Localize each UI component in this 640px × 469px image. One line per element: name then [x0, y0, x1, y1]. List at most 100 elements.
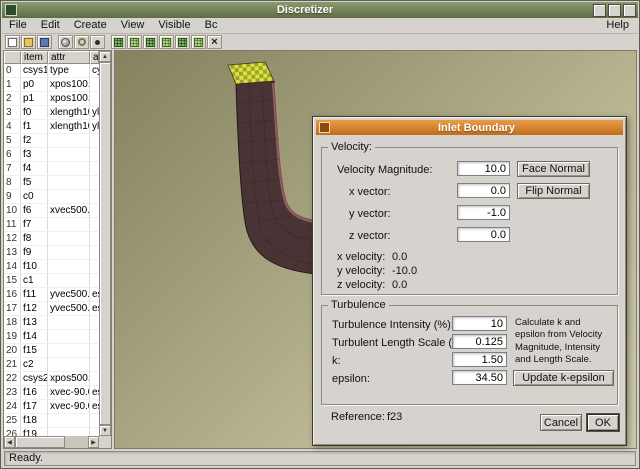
menu-file[interactable]: File [2, 18, 34, 33]
update-k-epsilon-button[interactable]: Update k-epsilon [513, 370, 614, 386]
table-cell-n: 14 [4, 260, 21, 273]
patch-icon[interactable] [159, 35, 174, 49]
table-row[interactable]: 21 c2 [4, 358, 99, 372]
flip-normal-button[interactable]: Flip Normal [517, 183, 590, 199]
header-index[interactable] [4, 51, 21, 64]
new-icon[interactable] [5, 35, 20, 49]
ok-button[interactable]: OK [587, 414, 619, 431]
table-row[interactable]: 2p1xpos100.0 [4, 92, 99, 106]
menu-visible[interactable]: Visible [151, 18, 197, 33]
table-row[interactable]: 19 f14 [4, 330, 99, 344]
header-item[interactable]: item [21, 51, 48, 64]
menu-create[interactable]: Create [67, 18, 114, 33]
table-row[interactable]: 12 f8 [4, 232, 99, 246]
table-row[interactable]: 7 f4 [4, 162, 99, 176]
table-row[interactable]: 8 f5 [4, 176, 99, 190]
table-cell-at: es [92, 401, 99, 412]
table-row[interactable]: 9 c0 [4, 190, 99, 204]
table-cell-attr [48, 246, 90, 259]
circle-glyph [77, 38, 86, 46]
attribute-table-body[interactable]: 0csys1typecyl1p0xpos100.02p1xpos100.03f0… [4, 64, 99, 436]
vertical-scroll-thumb[interactable] [99, 62, 111, 425]
delete-icon[interactable]: × [207, 35, 222, 49]
menu-help[interactable]: Help [597, 18, 638, 33]
mesh-icon[interactable] [127, 35, 142, 49]
table-row[interactable]: 25 f18 [4, 414, 99, 428]
circle-icon[interactable] [74, 35, 89, 49]
sphere-icon[interactable] [58, 35, 73, 49]
menu-edit[interactable]: Edit [34, 18, 67, 33]
table-row[interactable]: 17f12yvec500.0es [4, 302, 99, 316]
vertex-icon[interactable] [90, 35, 105, 49]
table-row[interactable]: 15 c1 [4, 274, 99, 288]
cancel-button[interactable]: Cancel [540, 414, 582, 431]
epsilon-label: epsilon: [332, 373, 370, 385]
header-attr[interactable]: attr [48, 51, 90, 64]
table-row[interactable]: 14 f10 [4, 260, 99, 274]
close-button[interactable] [623, 3, 636, 17]
cells-glyph [178, 37, 187, 47]
table-cell-attr: xvec-90.0 [50, 400, 90, 413]
table-row[interactable]: 4f1xlength100.0yl [4, 120, 99, 134]
scroll-left-icon[interactable]: ◀ [4, 436, 15, 448]
scroll-right-icon[interactable]: ▶ [88, 436, 99, 448]
turbulent-length-scale-input[interactable] [452, 334, 507, 349]
app-icon[interactable] [5, 4, 17, 16]
scroll-up-icon[interactable]: ▲ [99, 51, 111, 62]
grid-glyph [194, 37, 203, 47]
table-row[interactable]: 10f6xvec500.0 [4, 204, 99, 218]
table-cell-attr: yvec500.0 [50, 288, 90, 301]
face-icon[interactable] [143, 35, 158, 49]
block-icon[interactable] [111, 35, 126, 49]
table-header-row: item attr at ▲ [4, 51, 99, 64]
scroll-down-icon[interactable]: ▼ [99, 425, 111, 436]
table-row[interactable]: 26 f19 [4, 428, 99, 436]
turbulence-intensity-input[interactable] [452, 316, 507, 331]
x-vector-input[interactable] [457, 183, 510, 198]
table-cell-attr [48, 162, 90, 175]
z-velocity-label: z velocity: [337, 279, 386, 291]
table-row[interactable]: 22csys2xpos500.0 [4, 372, 99, 386]
table-cell-attr [48, 260, 90, 273]
save-icon[interactable] [37, 35, 52, 49]
minimize-button[interactable] [593, 3, 606, 17]
title-bar[interactable]: Discretizer [2, 2, 638, 18]
table-row[interactable]: 3f0xlength100.0yl [4, 106, 99, 120]
menu-view[interactable]: View [114, 18, 152, 33]
table-row[interactable]: 0csys1typecyl [4, 64, 99, 78]
table-row[interactable]: 23f16xvec-90.0es [4, 386, 99, 400]
table-row[interactable]: 24f17xvec-90.0es [4, 400, 99, 414]
cells-icon[interactable] [175, 35, 190, 49]
grid-icon[interactable] [191, 35, 206, 49]
face-normal-button[interactable]: Face Normal [517, 161, 590, 177]
table-cell-n: 17 [4, 302, 21, 315]
epsilon-input[interactable] [452, 370, 507, 385]
horizontal-scrollbar[interactable]: ◀ ▶ [4, 436, 99, 448]
velocity-magnitude-input[interactable] [457, 161, 510, 176]
z-vector-input[interactable] [457, 227, 510, 242]
vertical-scrollbar[interactable]: ▲ ▼ [99, 51, 111, 436]
dialog-title-bar[interactable]: Inlet Boundary [316, 120, 623, 135]
header-at[interactable]: at ▲ [90, 51, 99, 64]
table-cell-at: cyl [92, 65, 99, 76]
table-cell-n: 5 [4, 134, 21, 147]
maximize-button[interactable] [608, 3, 621, 17]
table-cell-n: 21 [4, 358, 21, 371]
table-row[interactable]: 16f11yvec500.0es [4, 288, 99, 302]
table-row[interactable]: 20 f15 [4, 344, 99, 358]
k-input[interactable] [452, 352, 507, 367]
y-vector-input[interactable] [457, 205, 510, 220]
face-glyph [146, 37, 155, 47]
menu-bc[interactable]: Bc [198, 18, 225, 33]
table-row[interactable]: 18 f13 [4, 316, 99, 330]
table-row[interactable]: 5 f2 [4, 134, 99, 148]
table-row[interactable]: 11 f7 [4, 218, 99, 232]
open-icon[interactable] [21, 35, 36, 49]
table-row[interactable]: 6 f3 [4, 148, 99, 162]
table-row[interactable]: 1p0xpos100.0 [4, 78, 99, 92]
toolbar: × [2, 34, 638, 50]
table-cell-attr: xvec500.0 [50, 204, 90, 217]
horizontal-scroll-thumb[interactable] [15, 436, 65, 448]
table-row[interactable]: 13 f9 [4, 246, 99, 260]
attribute-table-panel: item attr at ▲ 0csys1typecyl1p0xpos100.0… [3, 50, 112, 449]
